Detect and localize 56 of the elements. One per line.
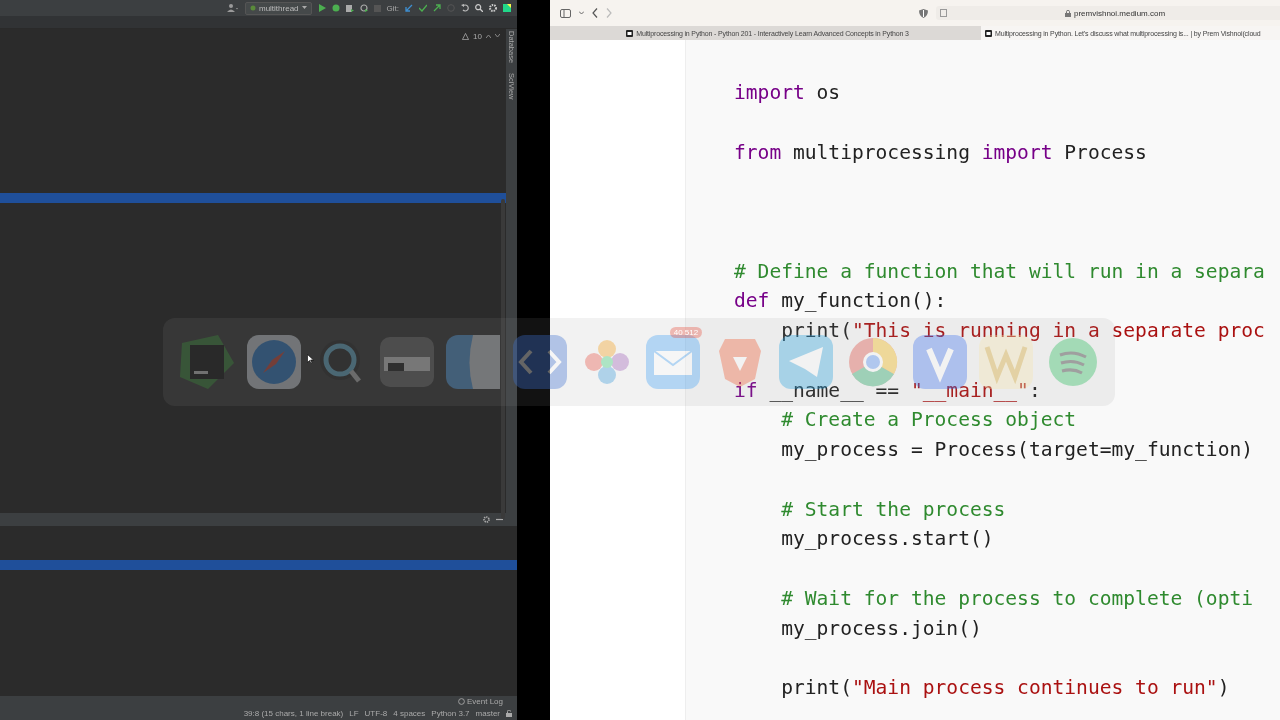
code-line: # Wait for the process to complete (opti: [780, 585, 1254, 612]
favicon-icon: [985, 29, 992, 37]
code-line: my_process.join(): [780, 615, 982, 642]
code-line: import os: [734, 80, 841, 106]
run-icon[interactable]: [317, 4, 326, 12]
push-arrow-icon[interactable]: [433, 4, 441, 12]
coverage-icon[interactable]: [345, 4, 354, 12]
python-dot-icon: [249, 5, 256, 11]
code-line: if __name__ == "__main__":: [734, 377, 1041, 404]
code-line: def my_function():: [734, 288, 947, 315]
back-icon[interactable]: [592, 8, 598, 18]
warning-count[interactable]: 10: [473, 31, 482, 41]
status-item[interactable]: Python 3.7: [431, 709, 470, 718]
search-icon[interactable]: [475, 4, 483, 12]
shield-icon[interactable]: [919, 8, 928, 18]
caret-icon: [301, 6, 307, 10]
check-icon[interactable]: [419, 4, 427, 12]
status-item[interactable]: LF: [349, 709, 359, 718]
lock-icon[interactable]: [506, 710, 513, 717]
update-arrow-icon[interactable]: [405, 4, 413, 12]
code-line: # Define a function that will run in a separa: [734, 258, 1265, 285]
address-bar[interactable]: premvishnoi.medium.com: [936, 6, 1280, 20]
status-item[interactable]: 4 spaces: [393, 709, 426, 718]
page-icon: [940, 9, 947, 17]
favicon-icon: [626, 29, 634, 37]
down-chevron-icon[interactable]: [495, 34, 500, 38]
code-line: # Create a Process object: [780, 407, 1077, 434]
debug-icon[interactable]: [331, 4, 340, 12]
mouse-cursor-icon: [307, 354, 314, 364]
code-brackets-icon[interactable]: [510, 333, 569, 391]
compass-icon[interactable]: [244, 333, 303, 391]
undo-icon[interactable]: [461, 4, 469, 12]
code-line: my_process.start(): [780, 526, 994, 553]
run-config-dropdown[interactable]: multithread: [244, 1, 312, 15]
caret-icon[interactable]: [579, 11, 584, 15]
url-text: premvishnoi.medium.com: [1073, 8, 1166, 18]
code-line: # Start the process: [780, 496, 1006, 523]
settings-icon[interactable]: [483, 516, 490, 523]
code-line: my_process = Process(target=my_function): [780, 437, 1254, 463]
code-line: print("Main process continues to run"): [780, 675, 1230, 701]
event-log-link[interactable]: Event Log: [466, 697, 503, 706]
up-chevron-icon[interactable]: [486, 34, 491, 38]
minimize-icon[interactable]: [496, 516, 503, 523]
sidebar-icon[interactable]: [560, 8, 571, 18]
status-item[interactable]: master: [475, 709, 500, 718]
code-line: from multiprocessing import Process: [734, 139, 1147, 166]
vcs-label: Git:: [386, 3, 399, 13]
status-item[interactable]: UTF-8: [364, 709, 388, 718]
code-line: print("This is running in a separate proc: [780, 318, 1265, 344]
profile-icon[interactable]: [359, 4, 368, 12]
lock-icon: [1064, 9, 1071, 17]
unread-badge: 40 512: [669, 327, 703, 338]
status-item[interactable]: 39:8 (15 chars, 1 line break): [243, 709, 344, 718]
warning-icon[interactable]: [462, 32, 470, 40]
settings-icon[interactable]: [489, 4, 497, 12]
user-icon[interactable]: [226, 3, 239, 13]
